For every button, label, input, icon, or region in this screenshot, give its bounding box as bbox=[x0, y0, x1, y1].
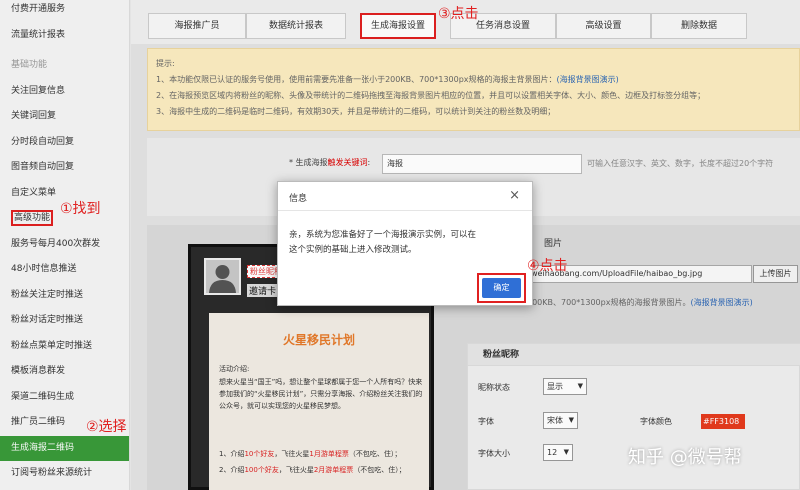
annotation-find: ①找到 bbox=[60, 201, 101, 217]
dialog-header: 信息 × bbox=[278, 182, 532, 211]
annotation-select: ②选择 bbox=[86, 419, 127, 435]
dialog-message-line-1: 亲，系统为您准备好了一个海报演示实例，可以在 bbox=[289, 230, 477, 240]
annotation-click-tab: ③点击 bbox=[438, 6, 479, 22]
dialog-message-line-2: 这个实例的基础上进入修改测试。 bbox=[289, 245, 417, 255]
annotation-click-confirm: ④点击 bbox=[527, 258, 568, 274]
close-icon[interactable]: × bbox=[509, 188, 520, 203]
info-dialog: 信息 × 亲，系统为您准备好了一个海报演示实例，可以在 这个实例的基础上进入修改… bbox=[277, 181, 533, 306]
dialog-message: 亲，系统为您准备好了一个海报演示实例，可以在 这个实例的基础上进入修改测试。 bbox=[289, 228, 524, 258]
watermark: 知乎 @微号帮 bbox=[628, 447, 742, 468]
confirm-button-highlight: 确定 bbox=[477, 273, 526, 303]
confirm-button[interactable]: 确定 bbox=[482, 278, 521, 298]
dialog-title: 信息 bbox=[289, 194, 308, 204]
